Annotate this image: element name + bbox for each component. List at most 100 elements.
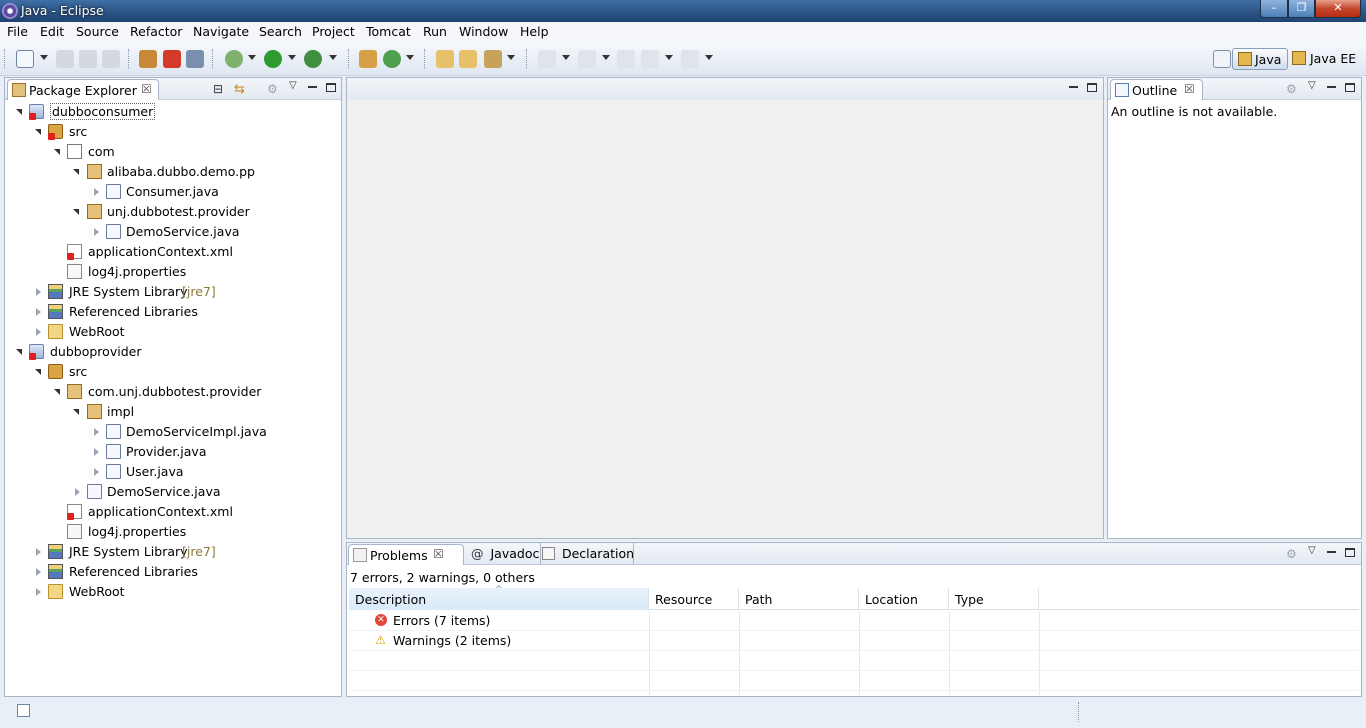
- collapse-all-icon[interactable]: ⊟: [213, 82, 223, 96]
- column-type[interactable]: Type: [949, 588, 1039, 610]
- tomcat-stop-icon[interactable]: [163, 50, 181, 68]
- tree-item-project[interactable]: dubboprovider: [5, 342, 335, 362]
- tree-item-library[interactable]: JRE System Library [jre7]: [5, 542, 335, 562]
- new-java-package-icon[interactable]: [359, 50, 377, 68]
- back-icon[interactable]: [641, 50, 659, 68]
- expand-toggle-icon[interactable]: [36, 328, 41, 336]
- new-dropdown-icon[interactable]: [40, 55, 48, 60]
- problems-row-errors[interactable]: ✕ Errors (7 items): [349, 611, 1359, 631]
- tab-outline[interactable]: Outline ☒: [1110, 79, 1203, 100]
- minimize-button[interactable]: –: [1260, 0, 1288, 18]
- tree-item-package[interactable]: unj.dubbotest.provider: [5, 202, 335, 222]
- expand-toggle-icon[interactable]: [54, 149, 60, 155]
- external-tools-icon[interactable]: [304, 50, 322, 68]
- close-tab-icon[interactable]: ☒: [433, 547, 444, 561]
- expand-toggle-icon[interactable]: [36, 288, 41, 296]
- view-menu-dropdown-icon[interactable]: ▽: [289, 80, 297, 91]
- column-resource[interactable]: Resource: [649, 588, 739, 610]
- column-location[interactable]: Location: [859, 588, 949, 610]
- perspective-javaee[interactable]: Java EE: [1290, 48, 1360, 70]
- expand-toggle-icon[interactable]: [35, 369, 41, 375]
- menu-project[interactable]: Project: [312, 24, 355, 39]
- tab-problems[interactable]: Problems ☒: [348, 544, 464, 565]
- menu-search[interactable]: Search: [259, 24, 302, 39]
- tree-item-java-file[interactable]: DemoService.java: [5, 222, 335, 242]
- previous-annotation-dropdown-icon[interactable]: [602, 55, 610, 60]
- tree-item-properties-file[interactable]: log4j.properties: [5, 262, 335, 282]
- expand-toggle-icon[interactable]: [36, 548, 41, 556]
- tree-item-java-file[interactable]: Consumer.java: [5, 182, 335, 202]
- expand-toggle-icon[interactable]: [94, 428, 99, 436]
- minimize-editor-icon[interactable]: [1069, 86, 1078, 88]
- perspective-java[interactable]: Java: [1232, 48, 1288, 70]
- open-resource-icon[interactable]: [459, 50, 477, 68]
- print-icon[interactable]: [102, 50, 120, 68]
- tree-item-xml-file[interactable]: applicationContext.xml: [5, 242, 335, 262]
- view-menu-icon[interactable]: ⚙: [1286, 82, 1297, 96]
- tree-item-package[interactable]: com.unj.dubbotest.provider: [5, 382, 335, 402]
- close-button[interactable]: ✕: [1315, 0, 1361, 18]
- menu-run[interactable]: Run: [423, 24, 447, 39]
- menu-source[interactable]: Source: [76, 24, 119, 39]
- menu-navigate[interactable]: Navigate: [193, 24, 249, 39]
- tree-item-package[interactable]: com: [5, 142, 335, 162]
- fast-view-icon[interactable]: [17, 704, 30, 717]
- tree-item-library[interactable]: Referenced Libraries: [5, 562, 335, 582]
- expand-toggle-icon[interactable]: [36, 308, 41, 316]
- expand-toggle-icon[interactable]: [73, 209, 79, 215]
- expand-toggle-icon[interactable]: [75, 488, 80, 496]
- expand-toggle-icon[interactable]: [94, 188, 99, 196]
- tree-item-source-folder[interactable]: src: [5, 122, 335, 142]
- menu-refactor[interactable]: Refactor: [130, 24, 182, 39]
- expand-toggle-icon[interactable]: [94, 448, 99, 456]
- maximize-editor-icon[interactable]: [1087, 83, 1097, 92]
- search-icon[interactable]: [484, 50, 502, 68]
- minimize-view-icon[interactable]: [1327, 86, 1336, 88]
- tree-item-project[interactable]: dubboconsumer: [5, 102, 335, 122]
- new-icon[interactable]: [16, 50, 34, 68]
- tree-item-java-file[interactable]: DemoServiceImpl.java: [5, 422, 335, 442]
- minimize-view-icon[interactable]: [1327, 551, 1336, 553]
- tomcat-start-icon[interactable]: [139, 50, 157, 68]
- maximize-view-icon[interactable]: [1345, 83, 1355, 92]
- maximize-button[interactable]: ❐: [1288, 0, 1315, 18]
- tree-item-java-file[interactable]: DemoService.java: [5, 482, 335, 502]
- expand-toggle-icon[interactable]: [35, 129, 41, 135]
- tab-declaration[interactable]: Declaration: [542, 546, 634, 561]
- tab-package-explorer[interactable]: Package Explorer ☒: [7, 79, 159, 100]
- last-edit-location-icon[interactable]: [617, 50, 635, 68]
- menu-file[interactable]: File: [7, 24, 28, 39]
- forward-icon[interactable]: [681, 50, 699, 68]
- tree-item-java-file[interactable]: Provider.java: [5, 442, 335, 462]
- tree-item-properties-file[interactable]: log4j.properties: [5, 522, 335, 542]
- menu-help[interactable]: Help: [520, 24, 549, 39]
- expand-toggle-icon[interactable]: [94, 468, 99, 476]
- save-all-icon[interactable]: [79, 50, 97, 68]
- debug-icon[interactable]: [225, 50, 243, 68]
- expand-toggle-icon[interactable]: [73, 409, 79, 415]
- forward-dropdown-icon[interactable]: [705, 55, 713, 60]
- editor-area[interactable]: [346, 77, 1104, 539]
- maximize-view-icon[interactable]: [326, 83, 336, 92]
- close-tab-icon[interactable]: ☒: [141, 82, 152, 96]
- open-type-icon[interactable]: [436, 50, 454, 68]
- tree-item-package[interactable]: alibaba.dubbo.demo.pp: [5, 162, 335, 182]
- tree-item-java-file[interactable]: User.java: [5, 462, 335, 482]
- tree-item-library[interactable]: JRE System Library [jre7]: [5, 282, 335, 302]
- tree-item-folder[interactable]: WebRoot: [5, 322, 335, 342]
- new-class-dropdown-icon[interactable]: [406, 55, 414, 60]
- maximize-view-icon[interactable]: [1345, 548, 1355, 557]
- next-annotation-icon[interactable]: [538, 50, 556, 68]
- back-dropdown-icon[interactable]: [665, 55, 673, 60]
- expand-toggle-icon[interactable]: [36, 588, 41, 596]
- view-menu-dropdown-icon[interactable]: ▽: [1308, 545, 1316, 556]
- close-tab-icon[interactable]: ☒: [1184, 82, 1195, 96]
- view-menu-icon[interactable]: ⚙: [1286, 547, 1297, 561]
- save-icon[interactable]: [56, 50, 74, 68]
- view-menu-dropdown-icon[interactable]: ▽: [1308, 80, 1316, 91]
- next-annotation-dropdown-icon[interactable]: [562, 55, 570, 60]
- view-menu-icon[interactable]: ⚙: [267, 82, 278, 96]
- run-dropdown-icon[interactable]: [288, 55, 296, 60]
- search-dropdown-icon[interactable]: [507, 55, 515, 60]
- menu-edit[interactable]: Edit: [40, 24, 64, 39]
